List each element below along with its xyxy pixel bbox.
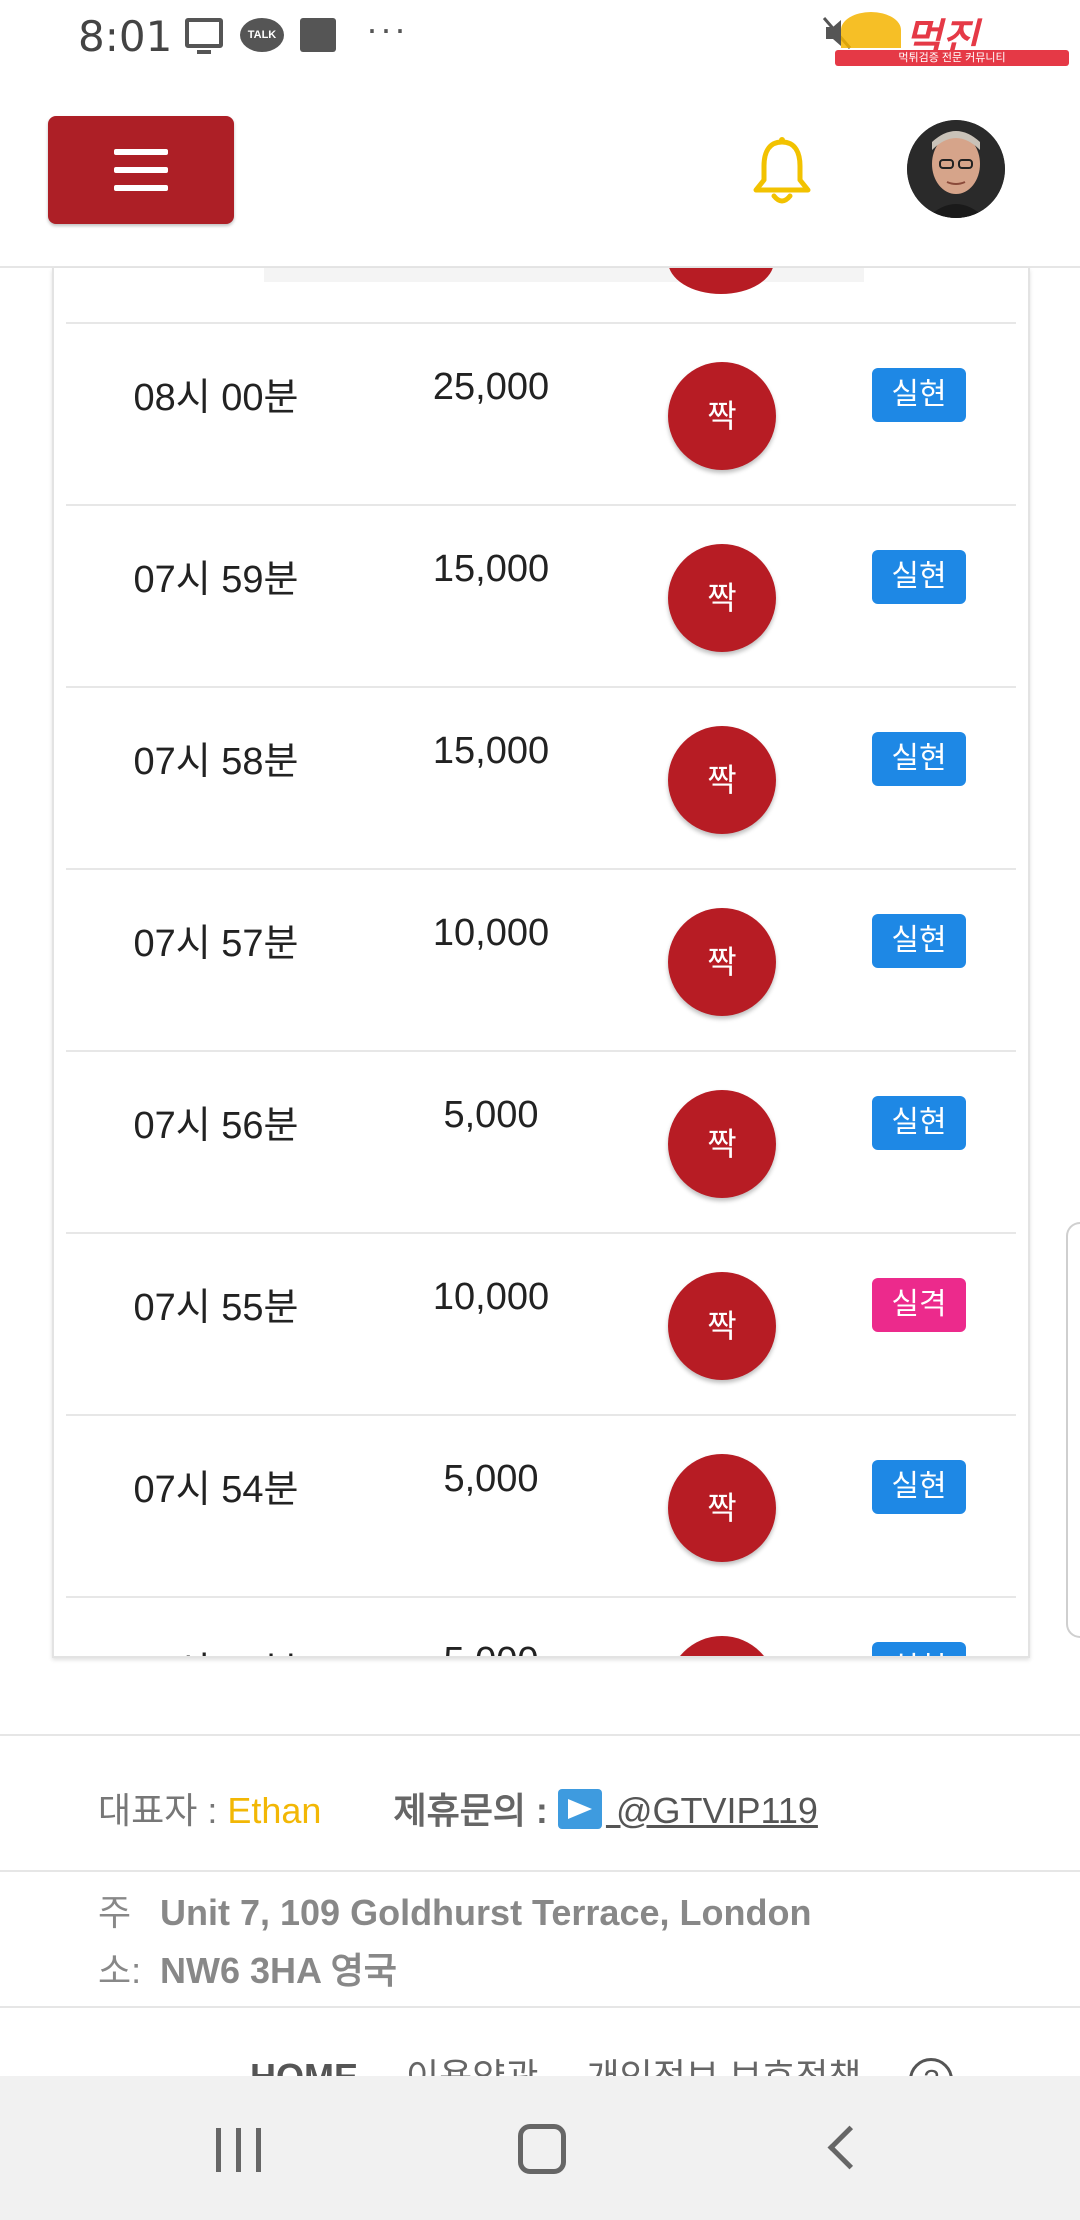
pick-badge: 짝	[668, 726, 776, 834]
result-badge: 실현	[872, 1642, 966, 1656]
status-bar: 8:01 TALK ··· 먹진 먹튀검증 전문 커뮤니티	[0, 0, 1080, 78]
talk-icon: TALK	[240, 18, 284, 52]
address-line: NW6 3HA 영국	[160, 1950, 397, 1991]
app-header	[0, 78, 1080, 268]
watermark-logo: 먹진 먹튀검증 전문 커뮤니티	[835, 6, 1071, 66]
more-icon: ···	[366, 8, 408, 49]
table-row[interactable]: 07시 58분 15,000 짝 실현	[66, 686, 1016, 868]
row-amount: 10,000	[432, 1276, 550, 1318]
pick-badge: 짝	[668, 1454, 776, 1562]
result-badge: 실현	[872, 1460, 966, 1514]
row-time: 08시 00분	[133, 377, 299, 419]
bell-icon[interactable]	[750, 136, 814, 206]
row-amount: 10,000	[432, 912, 550, 954]
row-amount: 25,000	[432, 366, 550, 408]
wifi-wing-icon	[841, 12, 901, 48]
pick-badge: 짝	[668, 362, 776, 470]
partial-row	[54, 268, 1028, 322]
address-label: 소:	[98, 1950, 142, 1991]
row-time: 07시 59분	[133, 559, 299, 601]
table-rows: 08시 00분 25,000 짝 실현 07시 59분 15,000 짝 실현 …	[66, 322, 1016, 1656]
result-badge: 실현	[872, 550, 966, 604]
address-label: 주	[98, 1892, 132, 1933]
row-time: 07시 55분	[133, 1287, 299, 1329]
scroll-handle[interactable]	[1066, 1222, 1080, 1638]
telegram-link[interactable]: @GTVIP119	[606, 1790, 818, 1831]
table-row[interactable]: 07시 55분 10,000 짝 실격	[66, 1232, 1016, 1414]
row-amount: 5,000	[366, 1640, 616, 1656]
screen: 8:01 TALK ··· 먹진 먹튀검증 전문 커뮤니티 08시 00분 25…	[0, 0, 1080, 2220]
row-amount: 5,000	[443, 1094, 539, 1136]
home-icon[interactable]	[518, 2124, 566, 2174]
row-amount: 15,000	[432, 548, 550, 590]
menu-button[interactable]	[48, 116, 234, 224]
divider	[0, 2006, 1080, 2008]
footer-contact: 대표자 : Ethan 제휴문의 : @GTVIP119	[98, 1782, 818, 1834]
result-badge: 실현	[872, 914, 966, 968]
user-avatar[interactable]	[907, 120, 1005, 218]
result-badge: 실격	[872, 1278, 966, 1332]
system-nav-bar	[0, 2076, 1080, 2220]
ceo-label: 대표자 :	[98, 1790, 228, 1831]
pick-badge: 짝	[668, 1272, 776, 1380]
table-row[interactable]: 07시 59분 15,000 짝 실현	[66, 504, 1016, 686]
divider	[0, 1870, 1080, 1872]
table-row[interactable]: 07시 56분 5,000 짝 실현	[66, 1050, 1016, 1232]
pick-badge: 짝	[668, 1636, 776, 1656]
row-amount: 15,000	[432, 730, 550, 772]
recent-apps-icon[interactable]	[216, 2128, 264, 2172]
row-time: 07시 54분	[133, 1469, 299, 1511]
watermark-tagline: 먹튀검증 전문 커뮤니티	[835, 50, 1069, 66]
row-time: 07시 57분	[133, 923, 299, 965]
row-time: 07시 56분	[133, 1105, 299, 1147]
table-row[interactable]: 07시 54분 5,000 짝 실현	[66, 1414, 1016, 1596]
ceo-name: Ethan	[227, 1790, 322, 1831]
table-row[interactable]: 07시 53분 5,000 짝 실현	[66, 1596, 1016, 1656]
table-row[interactable]: 08시 00분 25,000 짝 실현	[66, 322, 1016, 504]
result-badge: 실현	[872, 368, 966, 422]
result-badge: 실현	[872, 1096, 966, 1150]
status-time: 8:01	[78, 12, 173, 61]
tv-icon	[185, 18, 223, 54]
footer-address: 주 Unit 7, 109 Goldhurst Terrace, London 소…	[98, 1884, 811, 2000]
pick-badge	[668, 268, 774, 294]
image-icon	[300, 18, 336, 52]
telegram-icon	[557, 1789, 602, 1829]
pick-badge: 짝	[668, 908, 776, 1016]
row-time: 07시 58분	[133, 741, 299, 783]
bet-history-table: 08시 00분 25,000 짝 실현 07시 59분 15,000 짝 실현 …	[52, 268, 1030, 1658]
address-line: Unit 7, 109 Goldhurst Terrace, London	[160, 1892, 812, 1933]
row-time: 07시 53분	[66, 1640, 366, 1656]
result-badge: 실현	[872, 732, 966, 786]
row-amount: 5,000	[443, 1458, 539, 1500]
back-icon[interactable]	[826, 2126, 856, 2172]
pick-badge: 짝	[668, 1090, 776, 1198]
table-row[interactable]: 07시 57분 10,000 짝 실현	[66, 868, 1016, 1050]
divider	[0, 1734, 1080, 1736]
pick-badge: 짝	[668, 544, 776, 652]
contact-label: 제휴문의 :	[393, 1790, 558, 1831]
